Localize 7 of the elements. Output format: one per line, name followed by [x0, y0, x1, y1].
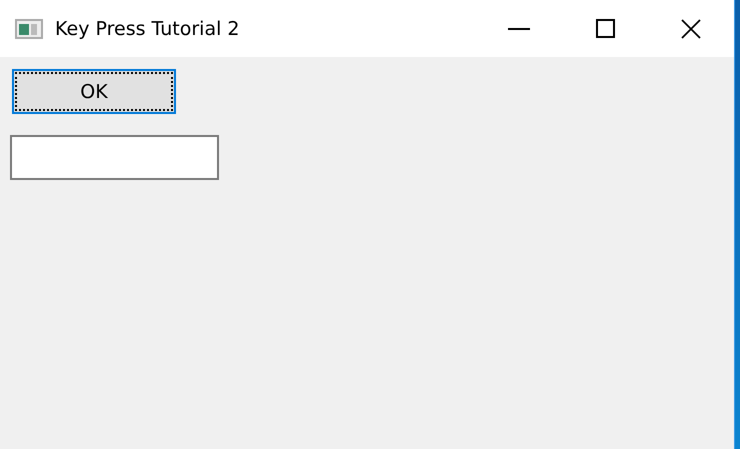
input-field[interactable]	[10, 135, 219, 180]
app-icon	[15, 18, 43, 38]
minimize-icon[interactable]	[508, 28, 530, 30]
close-icon[interactable]	[681, 18, 701, 38]
ok-button[interactable]: OK	[12, 69, 176, 114]
window-title: Key Press Tutorial 2	[55, 18, 241, 40]
maximize-icon[interactable]	[596, 19, 614, 38]
